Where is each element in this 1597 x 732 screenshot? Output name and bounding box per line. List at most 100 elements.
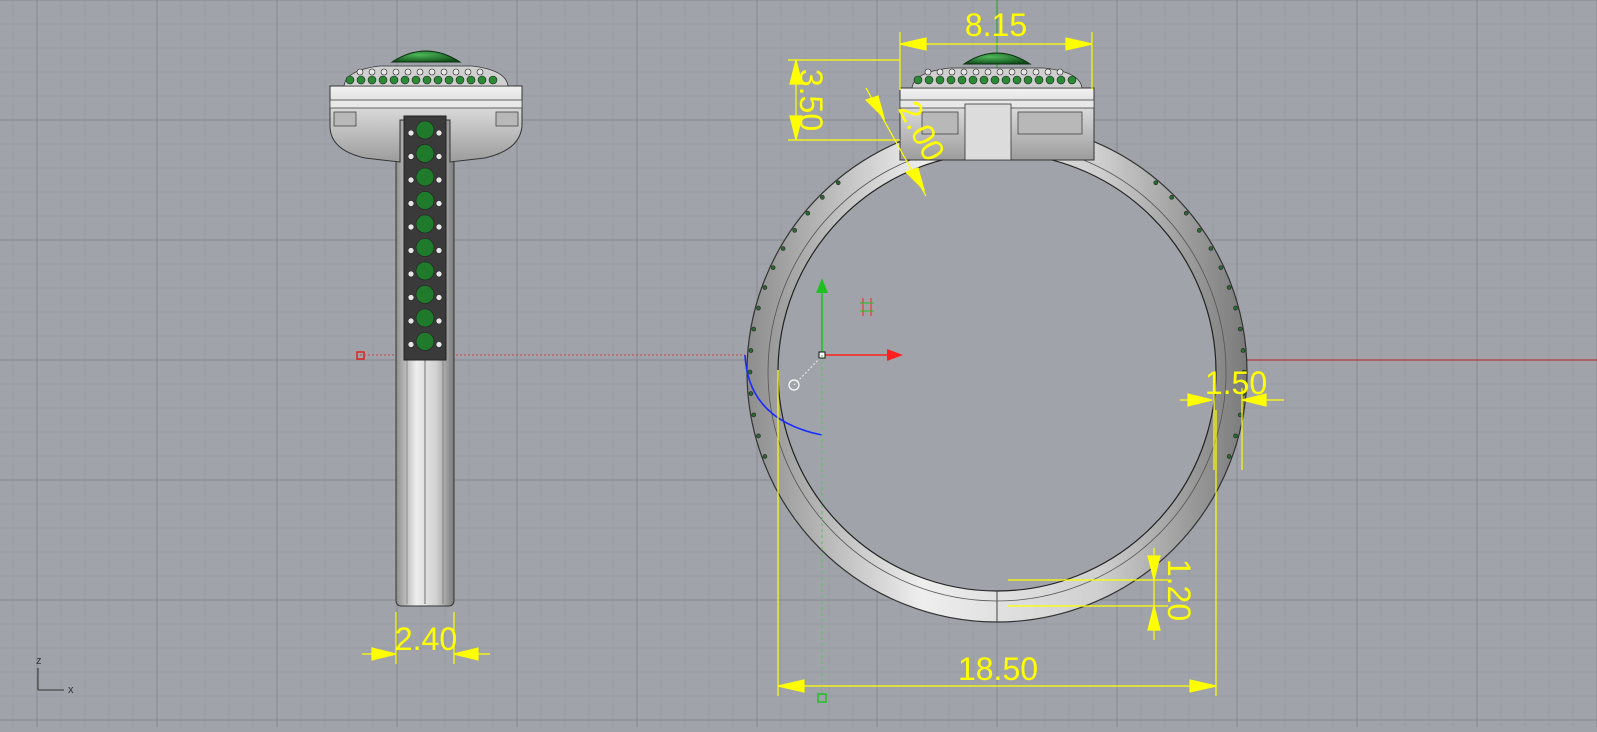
side-head-rail xyxy=(329,99,523,109)
front-edge-gem xyxy=(792,228,797,233)
front-edge-gem xyxy=(805,210,811,216)
front-halo-gem xyxy=(1034,75,1044,85)
side-prong-bead xyxy=(435,200,443,207)
front-halo-gem xyxy=(1044,68,1052,76)
axis-x-label: x xyxy=(68,684,74,696)
front-halo-gem xyxy=(957,75,967,85)
side-prong-bead xyxy=(435,270,443,278)
side-halo-gem xyxy=(422,75,432,85)
side-halo-gem xyxy=(378,75,388,85)
side-halo-gem xyxy=(345,75,355,85)
front-edge-gem xyxy=(1169,195,1174,200)
side-prong-bead xyxy=(407,294,415,301)
axis-z-label: z xyxy=(36,655,42,667)
front-halo-gem xyxy=(960,68,968,76)
side-halo-gem xyxy=(440,68,448,76)
side-prong-bead xyxy=(435,223,443,231)
side-channel-gem xyxy=(415,332,435,351)
front-halo-gem xyxy=(936,68,944,76)
dim-top-width[interactable]: 8.15 xyxy=(965,7,1027,43)
front-edge-gem xyxy=(751,412,757,418)
front-edge-gem xyxy=(770,265,776,270)
front-edge-gem xyxy=(748,348,754,353)
dim-head-height[interactable]: 3.50 xyxy=(793,69,829,131)
side-prong-bead xyxy=(407,223,415,231)
side-prong-bead xyxy=(407,247,415,254)
world-axis-icon: z x xyxy=(36,655,74,696)
side-halo-gem xyxy=(476,68,484,76)
front-edge-gem xyxy=(756,305,761,311)
side-prong-bead xyxy=(407,129,415,137)
front-edge-gem xyxy=(835,180,841,186)
side-halo-gem xyxy=(488,75,498,85)
side-channel-gem xyxy=(415,167,435,187)
front-halo-gem xyxy=(1032,68,1040,76)
front-edge-gem xyxy=(1233,305,1238,311)
side-halo-gem xyxy=(389,75,399,85)
side-channel-gem xyxy=(415,308,435,328)
side-prong-bead xyxy=(407,317,415,325)
front-halo-gem xyxy=(1056,75,1066,85)
front-edge-gem xyxy=(762,454,768,459)
side-halo-gem xyxy=(356,68,364,76)
side-halo-gem xyxy=(368,68,376,76)
front-halo-gem xyxy=(924,75,934,85)
side-channel-gem xyxy=(415,144,435,163)
side-prong-bead xyxy=(435,247,443,254)
front-gallery-bar xyxy=(964,103,1012,161)
side-halo-gem xyxy=(356,75,366,85)
front-edge-gem xyxy=(1233,433,1238,439)
side-halo-gem xyxy=(433,75,443,85)
front-edge-gem xyxy=(1208,246,1214,251)
front-edge-gem xyxy=(1218,265,1224,270)
front-edge-gem xyxy=(756,433,761,439)
front-edge-gem xyxy=(1153,180,1159,186)
side-halo-gem xyxy=(367,75,377,85)
front-halo-gem xyxy=(984,68,992,76)
side-prong-bead xyxy=(435,176,443,184)
rhino-front-viewport[interactable]: 8.15 3.50 2.00 1.50 1.20 18.50 2.40 z x xyxy=(0,0,1597,727)
dim-band-width[interactable]: 1.50 xyxy=(1205,365,1267,401)
side-halo-gem xyxy=(428,68,436,76)
side-channel-gem xyxy=(415,214,435,234)
front-halo-gem xyxy=(924,68,932,76)
side-prong-bead xyxy=(407,270,415,278)
dim-inner-diameter[interactable]: 18.50 xyxy=(958,651,1038,687)
side-channel-gem xyxy=(415,238,435,257)
side-halo-gem xyxy=(455,75,465,85)
front-halo-gem xyxy=(948,68,956,76)
front-gallery-window xyxy=(1017,111,1083,135)
side-halo-gem xyxy=(466,75,476,85)
side-prong-bead xyxy=(435,129,443,137)
front-edge-gem xyxy=(780,246,786,251)
viewport-canvas[interactable]: 8.15 3.50 2.00 1.50 1.20 18.50 2.40 z x xyxy=(0,0,1597,727)
front-halo-gem xyxy=(1020,68,1028,76)
dim-bottom-inner[interactable]: 1.20 xyxy=(1161,559,1197,621)
side-prong-bead xyxy=(407,200,415,207)
side-halo-gem xyxy=(392,68,400,76)
side-halo-gem xyxy=(411,75,421,85)
side-halo-gem xyxy=(452,68,460,76)
front-edge-gem xyxy=(820,195,825,200)
dim-shank-width[interactable]: 2.40 xyxy=(395,621,457,657)
front-halo-gem xyxy=(913,75,923,85)
front-ring-bore xyxy=(777,152,1217,592)
front-center-gem[interactable] xyxy=(962,52,1032,65)
side-channel-gem xyxy=(415,285,435,304)
bottom-snap-point[interactable] xyxy=(817,693,827,703)
front-halo-gem xyxy=(990,75,1000,85)
side-prong-bead xyxy=(435,153,443,160)
side-prong-bead xyxy=(407,176,415,184)
side-channel-gem xyxy=(415,191,435,210)
side-prong-bead xyxy=(435,341,443,348)
front-edge-gem xyxy=(747,369,753,375)
front-halo-gem xyxy=(1012,75,1022,85)
side-halo-gem xyxy=(400,75,410,85)
front-halo-gem xyxy=(968,75,978,85)
front-edge-gem xyxy=(1237,326,1243,332)
side-center-gem[interactable] xyxy=(390,50,462,63)
front-edge-gem xyxy=(1226,285,1232,290)
side-prong-bead xyxy=(407,153,415,160)
front-edge-gem xyxy=(1183,210,1189,216)
front-halo-gem xyxy=(979,75,989,85)
